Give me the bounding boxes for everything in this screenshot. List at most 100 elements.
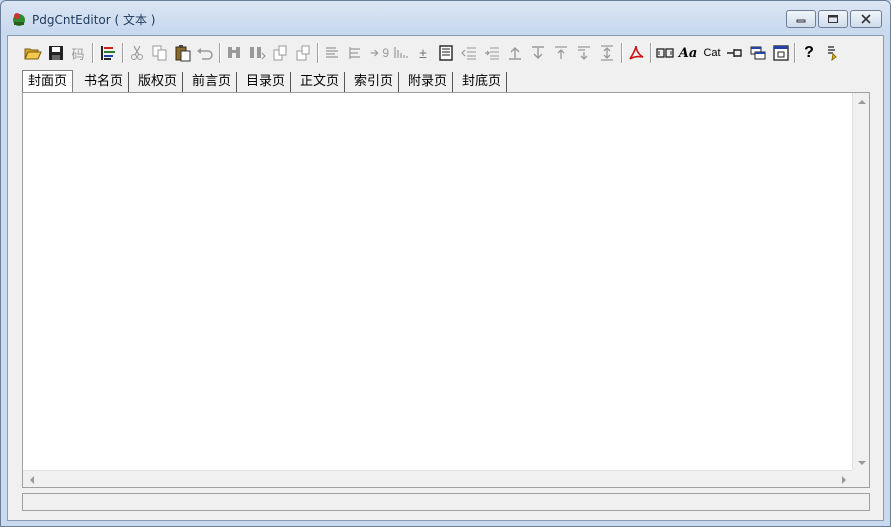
move-down-button[interactable] — [527, 42, 549, 64]
find-icon — [228, 47, 240, 58]
chevron-up-icon — [857, 99, 866, 104]
scroll-up-arrow[interactable] — [853, 93, 870, 110]
renumber-icon — [394, 47, 408, 58]
title-bar[interactable]: PdgCntEditor ( 文本 ) — [1, 1, 890, 35]
toolbar-separator — [317, 43, 319, 63]
chevron-right-icon — [841, 475, 846, 484]
open-folder-icon — [24, 48, 42, 60]
copy-button[interactable] — [149, 42, 171, 64]
page-number-button[interactable]: 9 — [367, 42, 389, 64]
scroll-down-arrow[interactable] — [853, 454, 870, 471]
notes-icon — [828, 46, 837, 62]
save-button[interactable] — [45, 42, 67, 64]
cut-button[interactable] — [126, 42, 148, 64]
paste-button[interactable] — [172, 42, 194, 64]
move-up-button[interactable] — [504, 42, 526, 64]
window-title: PdgCntEditor ( 文本 ) — [32, 13, 156, 27]
window-icon — [750, 46, 766, 60]
tab-copyright[interactable]: 版权页 — [133, 72, 184, 92]
export-button[interactable] — [770, 42, 792, 64]
toolbar-separator — [794, 43, 796, 63]
tab-back-cover[interactable]: 封底页 — [457, 72, 508, 92]
chevron-left-icon — [29, 475, 34, 484]
renumber-button[interactable] — [390, 42, 412, 64]
find-button[interactable] — [223, 42, 245, 64]
undo-button[interactable] — [194, 42, 216, 64]
tab-title-page[interactable]: 书名页 — [79, 72, 130, 92]
move-up-icon — [509, 47, 521, 60]
status-bar — [22, 493, 870, 511]
tab-contents[interactable]: 目录页 — [241, 72, 292, 92]
window-button[interactable] — [747, 42, 769, 64]
tab-appendix[interactable]: 附录页 — [403, 72, 454, 92]
page-view-icon — [439, 45, 453, 61]
scroll-left-arrow[interactable] — [23, 471, 40, 488]
help-button[interactable]: ? — [798, 42, 820, 64]
client-area: 码 9 ± Aa Cat ? 封面页 书名页 版权页 前言页 目录页 正文页 索… — [7, 35, 884, 521]
horizontal-scrollbar[interactable] — [23, 470, 852, 487]
find-next-button[interactable] — [246, 42, 268, 64]
encoding-button[interactable]: 码 — [67, 42, 89, 64]
close-button[interactable] — [850, 10, 882, 28]
outdent-button[interactable] — [458, 42, 480, 64]
arrow-right-icon — [370, 49, 379, 57]
close-icon — [861, 14, 871, 24]
align-left-icon — [326, 47, 338, 58]
columns-icon — [656, 48, 674, 58]
undo-icon — [197, 48, 213, 60]
toolbar-separator — [621, 43, 623, 63]
vertical-scrollbar[interactable] — [852, 93, 869, 471]
columns-button[interactable] — [654, 42, 676, 64]
structure-icon — [101, 46, 115, 60]
replace-button[interactable] — [269, 42, 291, 64]
paste-icon — [175, 45, 191, 62]
indent-icon — [349, 47, 360, 59]
tab-preface[interactable]: 前言页 — [187, 72, 238, 92]
replace-all-icon — [296, 45, 310, 61]
maximize-icon — [828, 15, 838, 23]
tab-body[interactable]: 正文页 — [295, 72, 346, 92]
tab-index[interactable]: 索引页 — [349, 72, 400, 92]
font-button[interactable]: Aa — [677, 42, 699, 64]
catalog-button[interactable]: Cat — [701, 42, 723, 64]
app-logo-icon — [10, 10, 28, 28]
align-left-button[interactable] — [321, 42, 343, 64]
app-window: PdgCntEditor ( 文本 ) 码 9 ± Aa Cat ? 封面页 书… — [0, 0, 891, 527]
scroll-right-arrow[interactable] — [835, 471, 852, 488]
move-down-icon — [532, 46, 544, 59]
merge-up-button[interactable] — [550, 42, 572, 64]
replace-all-button[interactable] — [292, 42, 314, 64]
save-icon — [49, 46, 63, 60]
editor-content[interactable] — [27, 95, 847, 465]
page-view-button[interactable] — [435, 42, 457, 64]
expand-icon — [601, 45, 613, 61]
indent-more-icon — [485, 47, 499, 60]
tab-cover[interactable]: 封面页 — [22, 70, 74, 92]
toolbar-separator — [219, 43, 221, 63]
minimize-button[interactable] — [786, 10, 816, 28]
structure-button[interactable] — [97, 42, 119, 64]
replace-icon — [273, 45, 287, 61]
pin-button[interactable] — [724, 42, 746, 64]
maximize-button[interactable] — [818, 10, 848, 28]
plus-minus-button[interactable]: ± — [412, 42, 434, 64]
toolbar: 码 9 ± Aa Cat ? — [8, 36, 883, 68]
toolbar-separator — [92, 43, 94, 63]
outdent-icon — [461, 47, 476, 60]
scrollbar-corner — [852, 470, 869, 487]
page-tabs: 封面页 书名页 版权页 前言页 目录页 正文页 索引页 附录页 封底页 — [22, 70, 882, 92]
notes-button[interactable] — [821, 42, 843, 64]
pin-icon — [727, 49, 742, 57]
expand-button[interactable] — [596, 42, 618, 64]
merge-down-button[interactable] — [573, 42, 595, 64]
indent-more-button[interactable] — [481, 42, 503, 64]
chevron-down-icon — [857, 460, 866, 465]
pdf-icon — [629, 45, 644, 60]
merge-down-icon — [578, 46, 590, 60]
indent-button[interactable] — [344, 42, 366, 64]
minimize-icon — [796, 19, 806, 23]
copy-icon — [152, 45, 167, 61]
pdf-button[interactable] — [625, 42, 647, 64]
text-editor[interactable] — [22, 92, 870, 488]
open-button[interactable] — [22, 42, 44, 64]
